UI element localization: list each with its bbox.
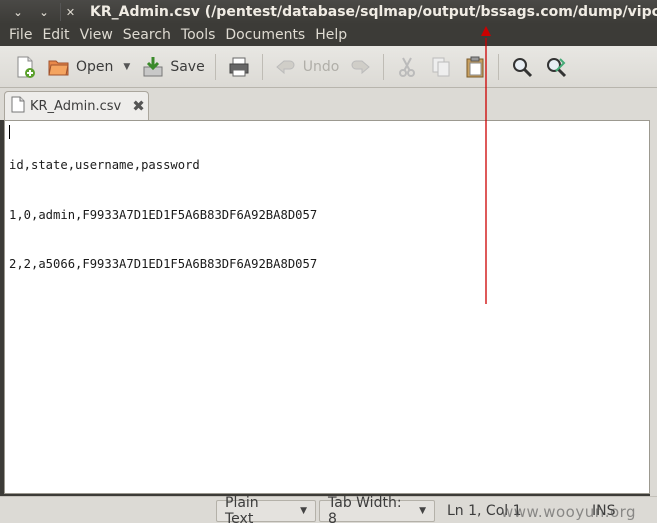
printer-icon — [226, 54, 252, 80]
save-button[interactable]: Save — [136, 51, 208, 83]
save-label: Save — [170, 58, 205, 75]
menu-search[interactable]: Search — [118, 27, 176, 43]
folder-open-icon — [46, 54, 72, 80]
chevron-down-icon: ▼ — [419, 506, 426, 516]
copy-icon — [428, 54, 454, 80]
tab-label: KR_Admin.csv — [30, 98, 122, 114]
window-title: KR_Admin.csv (/pentest/database/sqlmap/o… — [90, 4, 657, 20]
window-controls: ⌄ ⌄ ✕ — [0, 3, 80, 21]
undo-label: Undo — [302, 58, 340, 75]
menu-help[interactable]: Help — [310, 27, 352, 43]
save-icon — [140, 54, 166, 80]
editor-line: id,state,username,password — [9, 158, 200, 172]
tab-width-selector[interactable]: Tab Width: 8 ▼ — [319, 495, 435, 523]
text-cursor — [9, 125, 10, 139]
find-replace-icon — [543, 54, 569, 80]
redo-button[interactable] — [343, 51, 377, 83]
menu-tools[interactable]: Tools — [176, 27, 221, 43]
clipboard-icon — [462, 54, 488, 80]
find-button[interactable] — [505, 51, 539, 83]
watermark: www.wooyun.org — [501, 503, 637, 521]
editor-content[interactable]: id,state,username,password 1,0,admin,F99… — [9, 124, 317, 306]
maximize-button[interactable]: ⌄ — [34, 3, 54, 21]
toolbar-separator — [383, 53, 385, 80]
print-button[interactable] — [222, 51, 256, 83]
menu-edit[interactable]: Edit — [37, 27, 74, 43]
scissors-icon — [394, 54, 420, 80]
tab-width-label: Tab Width: 8 — [328, 495, 402, 523]
open-button[interactable]: Open — [42, 51, 117, 83]
redo-icon — [347, 54, 373, 80]
open-label: Open — [76, 58, 114, 75]
document-icon — [11, 96, 25, 117]
new-document-button[interactable] — [8, 51, 42, 83]
text-editor[interactable]: id,state,username,password 1,0,admin,F99… — [4, 120, 650, 494]
editor-line: 2,2,a5066,F9933A7D1ED1F5A6B83DF6A92BA8D0… — [9, 257, 318, 271]
toolbar-separator — [214, 53, 216, 80]
document-tabs: KR_Admin.csv ✖ — [0, 88, 657, 120]
minimize-button[interactable]: ⌄ — [8, 3, 28, 21]
new-document-icon — [12, 54, 38, 80]
open-recent-dropdown-icon[interactable]: ▼ — [117, 62, 136, 72]
close-window-button[interactable]: ✕ — [60, 3, 80, 21]
menu-file[interactable]: File — [4, 27, 37, 43]
copy-button[interactable] — [424, 51, 458, 83]
magnifier-icon — [509, 54, 535, 80]
language-selector[interactable]: Plain Text ▼ — [216, 495, 316, 523]
paste-button[interactable] — [458, 51, 492, 83]
undo-icon — [273, 54, 299, 80]
editor-line: 1,0,admin,F9933A7D1ED1F5A6B83DF6A92BA8D0… — [9, 207, 318, 222]
toolbar-separator — [261, 53, 263, 80]
menu-documents[interactable]: Documents — [220, 27, 310, 43]
tab-kr-admin-csv[interactable]: KR_Admin.csv ✖ — [4, 91, 149, 120]
toolbar: Open ▼ Save Undo — [0, 46, 657, 88]
chevron-down-icon: ▼ — [300, 506, 307, 516]
menu-view[interactable]: View — [75, 27, 118, 43]
language-label: Plain Text — [225, 495, 259, 523]
title-bar: ⌄ ⌄ ✕ KR_Admin.csv (/pentest/database/sq… — [0, 0, 657, 24]
find-replace-button[interactable] — [539, 51, 573, 83]
menu-bar: File Edit View Search Tools Documents He… — [0, 24, 657, 46]
undo-button[interactable]: Undo — [269, 51, 344, 83]
window-edge — [650, 88, 657, 498]
cut-button[interactable] — [390, 51, 424, 83]
close-tab-icon[interactable]: ✖ — [132, 97, 145, 115]
toolbar-separator — [498, 53, 500, 80]
